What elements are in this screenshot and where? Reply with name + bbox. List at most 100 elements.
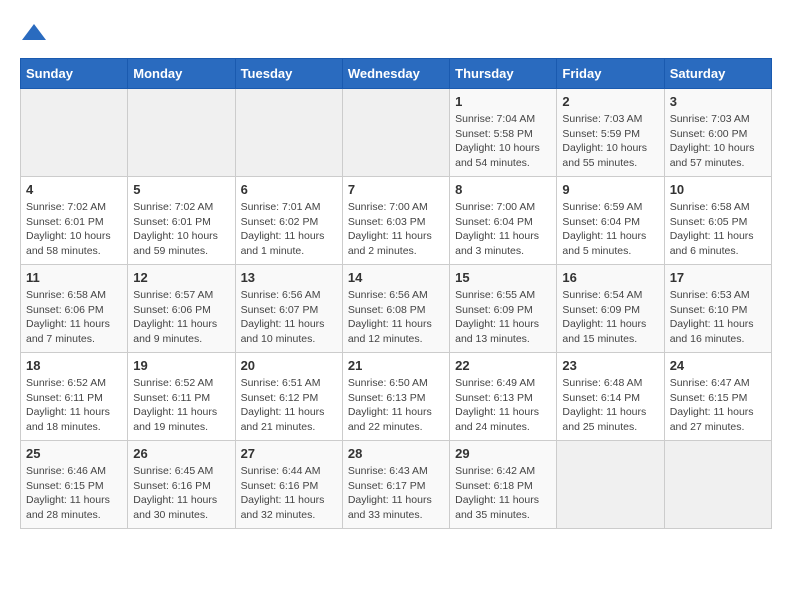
day-number: 16: [562, 270, 658, 285]
day-info: Sunrise: 6:44 AMSunset: 6:16 PMDaylight:…: [241, 464, 337, 523]
day-info: Sunrise: 6:48 AMSunset: 6:14 PMDaylight:…: [562, 376, 658, 435]
day-number: 2: [562, 94, 658, 109]
header-tuesday: Tuesday: [235, 59, 342, 89]
calendar-cell: 25 Sunrise: 6:46 AMSunset: 6:15 PMDayligh…: [21, 441, 128, 529]
calendar-cell: 15 Sunrise: 6:55 AMSunset: 6:09 PMDayligh…: [450, 265, 557, 353]
calendar-cell: 20 Sunrise: 6:51 AMSunset: 6:12 PMDayligh…: [235, 353, 342, 441]
day-info: Sunrise: 6:53 AMSunset: 6:10 PMDaylight:…: [670, 288, 766, 347]
header-saturday: Saturday: [664, 59, 771, 89]
day-info: Sunrise: 6:49 AMSunset: 6:13 PMDaylight:…: [455, 376, 551, 435]
calendar-cell: 28 Sunrise: 6:43 AMSunset: 6:17 PMDayligh…: [342, 441, 449, 529]
day-info: Sunrise: 6:46 AMSunset: 6:15 PMDaylight:…: [26, 464, 122, 523]
day-info: Sunrise: 6:56 AMSunset: 6:08 PMDaylight:…: [348, 288, 444, 347]
day-number: 5: [133, 182, 229, 197]
day-info: Sunrise: 6:50 AMSunset: 6:13 PMDaylight:…: [348, 376, 444, 435]
week-row-3: 11 Sunrise: 6:58 AMSunset: 6:06 PMDayligh…: [21, 265, 772, 353]
calendar-cell: 7 Sunrise: 7:00 AMSunset: 6:03 PMDaylight…: [342, 177, 449, 265]
day-number: 14: [348, 270, 444, 285]
day-number: 24: [670, 358, 766, 373]
calendar-cell: 23 Sunrise: 6:48 AMSunset: 6:14 PMDayligh…: [557, 353, 664, 441]
day-number: 9: [562, 182, 658, 197]
calendar-cell: 29 Sunrise: 6:42 AMSunset: 6:18 PMDayligh…: [450, 441, 557, 529]
calendar-cell: 22 Sunrise: 6:49 AMSunset: 6:13 PMDayligh…: [450, 353, 557, 441]
calendar-cell: 12 Sunrise: 6:57 AMSunset: 6:06 PMDayligh…: [128, 265, 235, 353]
day-number: 18: [26, 358, 122, 373]
week-row-1: 1 Sunrise: 7:04 AMSunset: 5:58 PMDaylight…: [21, 89, 772, 177]
week-row-2: 4 Sunrise: 7:02 AMSunset: 6:01 PMDaylight…: [21, 177, 772, 265]
calendar-cell: 18 Sunrise: 6:52 AMSunset: 6:11 PMDayligh…: [21, 353, 128, 441]
calendar-cell: 24 Sunrise: 6:47 AMSunset: 6:15 PMDayligh…: [664, 353, 771, 441]
day-info: Sunrise: 6:45 AMSunset: 6:16 PMDaylight:…: [133, 464, 229, 523]
day-info: Sunrise: 7:03 AMSunset: 5:59 PMDaylight:…: [562, 112, 658, 171]
calendar-cell: 17 Sunrise: 6:53 AMSunset: 6:10 PMDayligh…: [664, 265, 771, 353]
calendar-cell: 1 Sunrise: 7:04 AMSunset: 5:58 PMDaylight…: [450, 89, 557, 177]
day-info: Sunrise: 6:43 AMSunset: 6:17 PMDaylight:…: [348, 464, 444, 523]
week-row-4: 18 Sunrise: 6:52 AMSunset: 6:11 PMDayligh…: [21, 353, 772, 441]
header-monday: Monday: [128, 59, 235, 89]
day-number: 3: [670, 94, 766, 109]
calendar-cell: 11 Sunrise: 6:58 AMSunset: 6:06 PMDayligh…: [21, 265, 128, 353]
calendar-cell: 4 Sunrise: 7:02 AMSunset: 6:01 PMDaylight…: [21, 177, 128, 265]
calendar-cell: 14 Sunrise: 6:56 AMSunset: 6:08 PMDayligh…: [342, 265, 449, 353]
day-info: Sunrise: 6:58 AMSunset: 6:05 PMDaylight:…: [670, 200, 766, 259]
calendar-cell: 9 Sunrise: 6:59 AMSunset: 6:04 PMDaylight…: [557, 177, 664, 265]
calendar-cell: 26 Sunrise: 6:45 AMSunset: 6:16 PMDayligh…: [128, 441, 235, 529]
calendar-cell: 5 Sunrise: 7:02 AMSunset: 6:01 PMDaylight…: [128, 177, 235, 265]
day-number: 15: [455, 270, 551, 285]
day-info: Sunrise: 7:02 AMSunset: 6:01 PMDaylight:…: [26, 200, 122, 259]
calendar-cell: 2 Sunrise: 7:03 AMSunset: 5:59 PMDaylight…: [557, 89, 664, 177]
calendar-cell: [664, 441, 771, 529]
day-number: 8: [455, 182, 551, 197]
header-thursday: Thursday: [450, 59, 557, 89]
day-number: 11: [26, 270, 122, 285]
header-sunday: Sunday: [21, 59, 128, 89]
day-info: Sunrise: 6:55 AMSunset: 6:09 PMDaylight:…: [455, 288, 551, 347]
calendar-cell: [557, 441, 664, 529]
day-number: 10: [670, 182, 766, 197]
day-info: Sunrise: 6:52 AMSunset: 6:11 PMDaylight:…: [26, 376, 122, 435]
day-info: Sunrise: 7:02 AMSunset: 6:01 PMDaylight:…: [133, 200, 229, 259]
day-info: Sunrise: 6:47 AMSunset: 6:15 PMDaylight:…: [670, 376, 766, 435]
calendar-cell: 13Sunrise: 6:56 AMSunset: 6:07 PMDayligh…: [235, 265, 342, 353]
day-number: 20: [241, 358, 337, 373]
day-number: 26: [133, 446, 229, 461]
header-wednesday: Wednesday: [342, 59, 449, 89]
calendar-table: SundayMondayTuesdayWednesdayThursdayFrid…: [20, 58, 772, 529]
day-number: 4: [26, 182, 122, 197]
day-info: Sunrise: 6:42 AMSunset: 6:18 PMDaylight:…: [455, 464, 551, 523]
day-number: 7: [348, 182, 444, 197]
calendar-cell: 16 Sunrise: 6:54 AMSunset: 6:09 PMDayligh…: [557, 265, 664, 353]
calendar-cell: 21 Sunrise: 6:50 AMSunset: 6:13 PMDayligh…: [342, 353, 449, 441]
logo: [20, 20, 52, 48]
calendar-cell: 10 Sunrise: 6:58 AMSunset: 6:05 PMDayligh…: [664, 177, 771, 265]
day-number: 13: [241, 270, 337, 285]
day-number: 21: [348, 358, 444, 373]
day-number: 12: [133, 270, 229, 285]
day-info: Sunrise: 7:00 AMSunset: 6:03 PMDaylight:…: [348, 200, 444, 259]
day-number: 23: [562, 358, 658, 373]
calendar-header-row: SundayMondayTuesdayWednesdayThursdayFrid…: [21, 59, 772, 89]
calendar-cell: [21, 89, 128, 177]
day-info: Sunrise: 7:03 AMSunset: 6:00 PMDaylight:…: [670, 112, 766, 171]
day-number: 25: [26, 446, 122, 461]
day-info: Sunrise: 6:54 AMSunset: 6:09 PMDaylight:…: [562, 288, 658, 347]
page-header: [20, 20, 772, 48]
calendar-cell: 3 Sunrise: 7:03 AMSunset: 6:00 PMDaylight…: [664, 89, 771, 177]
day-number: 17: [670, 270, 766, 285]
day-info: Sunrise: 6:51 AMSunset: 6:12 PMDaylight:…: [241, 376, 337, 435]
day-number: 19: [133, 358, 229, 373]
day-info: Sunrise: 7:04 AMSunset: 5:58 PMDaylight:…: [455, 112, 551, 171]
day-info: Sunrise: 6:59 AMSunset: 6:04 PMDaylight:…: [562, 200, 658, 259]
day-number: 22: [455, 358, 551, 373]
calendar-cell: 8 Sunrise: 7:00 AMSunset: 6:04 PMDaylight…: [450, 177, 557, 265]
day-number: 1: [455, 94, 551, 109]
day-info: Sunrise: 7:00 AMSunset: 6:04 PMDaylight:…: [455, 200, 551, 259]
day-number: 6: [241, 182, 337, 197]
calendar-cell: [342, 89, 449, 177]
calendar-cell: [128, 89, 235, 177]
day-number: 28: [348, 446, 444, 461]
calendar-cell: [235, 89, 342, 177]
day-info: Sunrise: 6:58 AMSunset: 6:06 PMDaylight:…: [26, 288, 122, 347]
day-info: Sunrise: 6:57 AMSunset: 6:06 PMDaylight:…: [133, 288, 229, 347]
day-number: 29: [455, 446, 551, 461]
